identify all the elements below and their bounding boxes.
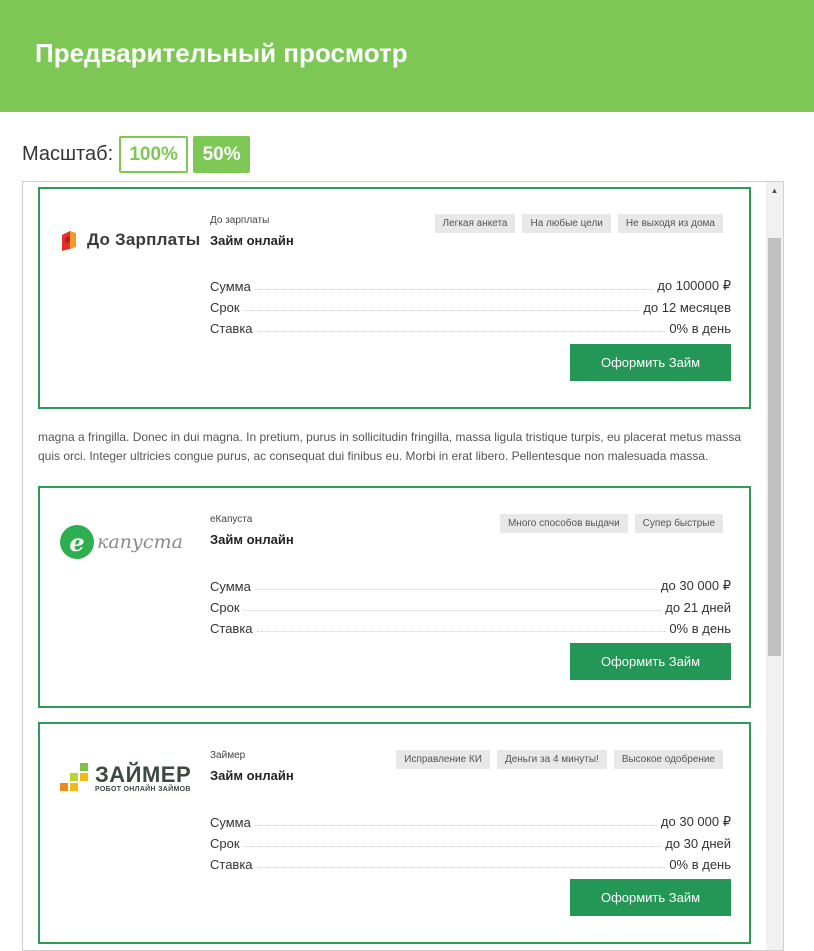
offer-tag: Супер быстрые [634,514,723,533]
lender-name: До зарплаты [210,215,270,226]
offer-card: До Зарплаты До зарплаты Займ онлайн Легк… [38,187,751,409]
detail-row-rate: Ставка 0% в день [210,615,731,636]
offer-meta: еКапуста Займ онлайн [210,514,294,547]
detail-label: Ставка [210,621,253,636]
detail-value: до 21 дней [665,600,731,615]
page-title: Предварительный просмотр [35,38,408,68]
offer-meta: До зарплаты Займ онлайн [210,215,294,248]
offer-tags: Исправление КИ Деньги за 4 минуты! Высок… [389,750,723,769]
lender-name: Займер [210,750,246,761]
offer-tag: На любые цели [522,214,611,233]
apply-loan-button[interactable]: Оформить Займ [570,344,731,381]
offer-details: Сумма до 30 000 ₽ Срок до 30 дней Ставка 0%… [210,809,731,872]
detail-label: Ставка [210,321,253,336]
ekapusta-logo-icon: e [60,525,94,559]
detail-label: Сумма [210,279,251,294]
lender-name: еКапуста [210,514,253,525]
scale-controls: Масштаб: 100% 50% [22,136,255,173]
offer-card: ЗАЙМЕР РОБОТ ОНЛАЙН ЗАЙМОВ Займер Займ о… [38,722,751,944]
detail-value: до 30 дней [665,836,731,851]
preview-frame[interactable]: До Зарплаты До зарплаты Займ онлайн Легк… [22,181,784,951]
ekapusta-logo: e капуста [60,525,183,559]
detail-label: Сумма [210,579,251,594]
dozarplaty-logo-icon [60,229,78,251]
scale-100-button[interactable]: 100% [119,136,189,173]
offer-tag: Не выходя из дома [617,214,723,233]
apply-loan-button[interactable]: Оформить Займ [570,879,731,916]
detail-row-rate: Ставка 0% в день [210,851,731,872]
detail-value: 0% в день [669,857,731,872]
detail-label: Срок [210,600,240,615]
scale-label: Масштаб: [22,143,114,165]
detail-value: до 30 000 ₽ [660,578,731,593]
detail-value: до 30 000 ₽ [660,814,731,829]
detail-value: до 100000 ₽ [657,278,731,293]
detail-label: Сумма [210,815,251,830]
offer-tags: Много способов выдачи Супер быстрые [493,514,723,533]
zaimer-logo: ЗАЙМЕР РОБОТ ОНЛАЙН ЗАЙМОВ [60,761,191,796]
detail-row-term: Срок до 30 дней [210,830,731,851]
page-header: Предварительный просмотр [0,0,814,112]
detail-label: Ставка [210,857,253,872]
detail-value: до 12 месяцев [643,300,731,315]
detail-label: Срок [210,300,240,315]
offer-title: Займ онлайн [210,768,294,783]
offer-card: e капуста еКапуста Займ онлайн Много спо… [38,486,751,708]
offer-title: Займ онлайн [210,233,294,248]
detail-label: Срок [210,836,240,851]
offer-tag: Высокое одобрение [613,750,723,769]
offer-meta: Займер Займ онлайн [210,750,294,783]
detail-row-amount: Сумма до 30 000 ₽ [210,809,731,830]
detail-row-amount: Сумма до 30 000 ₽ [210,573,731,594]
offer-details: Сумма до 30 000 ₽ Срок до 21 дней Ставка 0%… [210,573,731,636]
detail-row-amount: Сумма до 100000 ₽ [210,273,731,294]
offer-details: Сумма до 100000 ₽ Срок до 12 месяцев Ставк… [210,273,731,336]
zaimer-logo-subtext: РОБОТ ОНЛАЙН ЗАЙМОВ [95,786,191,793]
zaimer-logo-text: ЗАЙМЕР [95,762,192,787]
scrollbar-thumb[interactable] [768,238,781,656]
zaimer-logo-icon [60,761,90,796]
offer-tag: Легкая анкета [434,214,516,233]
detail-row-term: Срок до 21 дней [210,594,731,615]
offer-title: Займ онлайн [210,532,294,547]
detail-row-term: Срок до 12 месяцев [210,294,731,315]
detail-value: 0% в день [669,621,731,636]
offer-tags: Легкая анкета На любые цели Не выходя из… [428,214,723,233]
body-paragraph: magna a fringilla. Donec in dui magna. I… [38,430,742,463]
apply-loan-button[interactable]: Оформить Займ [570,643,731,680]
vertical-scrollbar[interactable]: ▲ [766,182,783,950]
detail-row-rate: Ставка 0% в день [210,315,731,336]
scroll-up-arrow-icon[interactable]: ▲ [766,182,783,199]
offer-tag: Деньги за 4 минуты! [496,750,607,769]
offer-tag: Много способов выдачи [499,514,628,533]
offer-tag: Исправление КИ [396,750,490,769]
ekapusta-logo-text: капуста [97,531,183,553]
scale-50-button[interactable]: 50% [193,136,251,173]
dozarplaty-logo-text: До Зарплаты [87,230,201,249]
detail-value: 0% в день [669,321,731,336]
dozarplaty-logo: До Зарплаты [60,229,200,251]
